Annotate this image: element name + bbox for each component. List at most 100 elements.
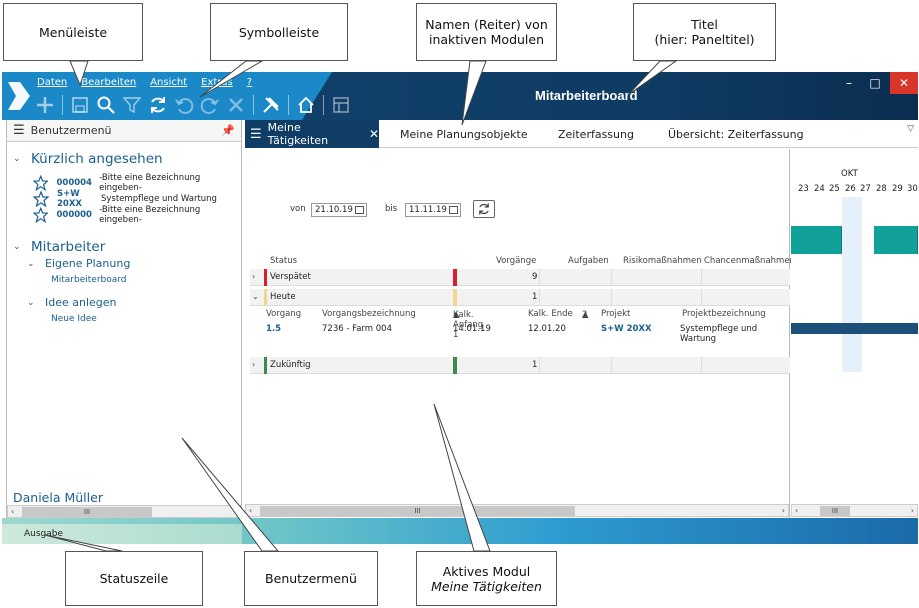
gantt-day: 23: [798, 184, 809, 194]
tab-planning-objects[interactable]: Meine Planungsobjekte: [400, 120, 528, 148]
gantt-day: 29: [892, 184, 903, 194]
tab-time-overview[interactable]: Übersicht: Zeiterfassung: [668, 120, 804, 148]
maximize-button[interactable]: □: [862, 72, 888, 94]
refresh-icon[interactable]: [147, 94, 169, 116]
detail-header: Vorgang Vorgangsbezeichnung Kalk. Anfang…: [266, 309, 766, 340]
user-menu-panel: ☰ Benutzermenü 📌 ⌄ Kürzlich angesehen 000…: [6, 120, 242, 518]
cell-process-desc: 7236 - Farm 004: [322, 324, 392, 334]
tree-idea-group[interactable]: ⌄ Idee anlegen: [27, 296, 117, 309]
chevron-down-icon: ⌄: [13, 242, 21, 252]
menu-daten[interactable]: Daten: [37, 77, 67, 88]
header-end[interactable]: Kalk. Ende: [528, 309, 573, 319]
scroll-thumb[interactable]: III: [260, 506, 575, 516]
chevron-down-icon[interactable]: ⌄: [252, 292, 259, 301]
calendar-icon[interactable]: [355, 206, 364, 214]
gantt-scrollbar[interactable]: ‹ III ›: [791, 504, 918, 517]
tools-icon[interactable]: [260, 94, 282, 116]
hamburger-icon[interactable]: ☰: [250, 127, 262, 142]
grid-scrollbar[interactable]: ‹ III ›: [245, 504, 789, 517]
home-icon[interactable]: [295, 94, 317, 116]
scroll-right-icon[interactable]: ›: [911, 506, 914, 515]
tree-new-idea-link[interactable]: Neue Idee: [51, 314, 97, 324]
chevron-right-icon[interactable]: ›: [252, 360, 255, 369]
minimize-button[interactable]: –: [836, 72, 862, 94]
gantt-day: 24: [814, 184, 825, 194]
staff-section[interactable]: ⌄ Mitarbeiter: [13, 239, 105, 255]
callout-title: Titel (hier: Paneltitel): [633, 3, 776, 61]
filter-icon[interactable]: [121, 94, 143, 116]
title-bar: Daten Bearbeiten Ansicht Extras ? Mitarb…: [2, 72, 918, 120]
menu-help[interactable]: ?: [247, 77, 252, 88]
tab-active-my-activities[interactable]: ☰ Meine Tätigkeiten ✕: [245, 120, 379, 148]
header-process-desc[interactable]: Vorgangsbezeichnung: [322, 309, 416, 319]
delete-icon[interactable]: [225, 94, 247, 116]
scroll-left-icon[interactable]: ‹: [795, 506, 798, 515]
recent-section[interactable]: ⌄ Kürzlich angesehen: [13, 151, 163, 167]
menu-extras[interactable]: Extras: [201, 77, 233, 88]
header-status[interactable]: Status: [270, 256, 297, 266]
close-button[interactable]: ✕: [890, 72, 918, 94]
search-icon[interactable]: [95, 94, 117, 116]
callout-statusbar: Statuszeile: [65, 551, 203, 606]
gantt-block[interactable]: [874, 226, 918, 254]
group-row-future[interactable]: › Zukünftig 1: [250, 357, 790, 374]
grid-header: Status Vorgänge Aufgaben Risikomaßnahmen…: [250, 255, 795, 269]
from-date-input[interactable]: 21.10.19: [311, 203, 367, 217]
close-tab-icon[interactable]: ✕: [369, 127, 379, 141]
header-process[interactable]: Vorgang: [266, 309, 301, 319]
scroll-left-icon[interactable]: ‹: [11, 507, 14, 516]
cell-process-id[interactable]: 1.5: [266, 324, 281, 334]
hamburger-icon[interactable]: ☰: [13, 123, 25, 138]
gantt-day: 30: [907, 184, 918, 194]
user-menu-scrollbar[interactable]: ‹ III ›: [7, 505, 241, 518]
scroll-right-icon[interactable]: ›: [782, 506, 785, 515]
chevron-down-icon: ⌄: [13, 154, 21, 164]
header-chances[interactable]: Chancenmaßnahmen: [704, 256, 795, 266]
pin-icon[interactable]: 📌: [221, 124, 235, 137]
cell-project-desc: Systempflege und Wartung: [680, 324, 758, 344]
header-tasks[interactable]: Aufgaben: [568, 256, 609, 266]
refresh-button[interactable]: [473, 200, 495, 218]
undo-icon[interactable]: [173, 94, 195, 116]
table-row[interactable]: 1.5 7236 - Farm 004 14.01.19 12.01.20 S+…: [250, 323, 790, 344]
group-row-late[interactable]: › Verspätet 9: [250, 269, 790, 286]
board-icon[interactable]: [330, 94, 352, 116]
scroll-left-icon[interactable]: ‹: [249, 506, 252, 515]
to-label: bis: [385, 204, 398, 214]
from-label: von: [290, 204, 306, 214]
callout-menubar: Menüleiste: [3, 3, 143, 61]
chevron-right-icon[interactable]: ›: [252, 272, 255, 281]
gantt-bar[interactable]: [791, 323, 918, 334]
star-icon[interactable]: [33, 207, 49, 223]
calendar-icon[interactable]: [449, 206, 458, 214]
redo-icon[interactable]: [199, 94, 221, 116]
status-bar: Ausgabe: [2, 524, 242, 544]
group-row-today[interactable]: ⌄ Heute 1: [250, 289, 790, 306]
scroll-thumb[interactable]: III: [22, 507, 152, 517]
cell-project[interactable]: S+W 20XX: [601, 324, 652, 334]
user-name: Daniela Müller: [13, 490, 103, 505]
recent-item[interactable]: 000000 -Bitte eine Bezeichnung eingeben-: [33, 205, 241, 225]
scroll-thumb[interactable]: III: [820, 506, 850, 516]
header-project[interactable]: Projekt: [601, 309, 630, 319]
add-icon[interactable]: [34, 94, 56, 116]
save-icon[interactable]: [69, 94, 91, 116]
header-risks[interactable]: Risikomaßnahmen: [623, 256, 702, 266]
sort-asc-icon: ▲: [582, 310, 589, 320]
gantt-block[interactable]: [791, 226, 842, 254]
menu-ansicht[interactable]: Ansicht: [150, 77, 187, 88]
header-project-desc[interactable]: Projektbezeichnung: [682, 309, 766, 319]
tree-own-planning[interactable]: ⌄ Eigene Planung: [27, 257, 130, 270]
tab-menu-chevron-icon[interactable]: ▽: [907, 124, 914, 134]
callout-active-module: Aktives Modul Meine Tätigkeiten: [416, 551, 557, 606]
scroll-right-icon[interactable]: ›: [234, 507, 237, 516]
tree-board-link[interactable]: Mitarbeiterboard: [51, 275, 127, 285]
tab-time-tracking[interactable]: Zeiterfassung: [558, 120, 634, 148]
menu-bearbeiten[interactable]: Bearbeiten: [81, 77, 136, 88]
callout-tabs: Namen (Reiter) von inaktiven Modulen: [416, 3, 557, 61]
to-date-input[interactable]: 11.11.19: [405, 203, 461, 217]
callout-usermenu: Benutzermenü: [244, 551, 378, 606]
logo-icon: [8, 82, 30, 110]
gantt-day: 25: [829, 184, 840, 194]
header-count[interactable]: Vorgänge: [496, 256, 536, 266]
